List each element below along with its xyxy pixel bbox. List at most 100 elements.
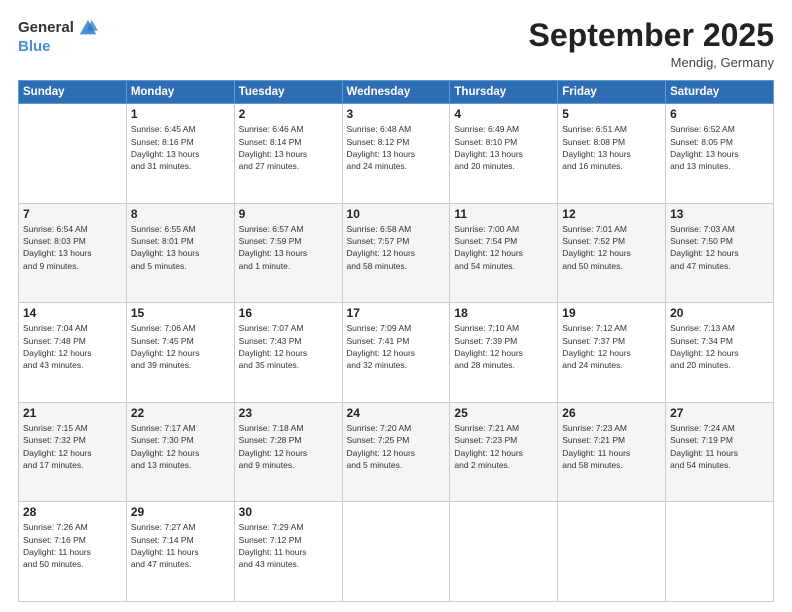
day-detail: Sunrise: 6:57 AMSunset: 7:59 PMDaylight:… <box>239 223 338 272</box>
day-number: 10 <box>347 207 446 221</box>
calendar-cell: 27 Sunrise: 7:24 AMSunset: 7:19 PMDayligh… <box>666 402 774 502</box>
day-number: 5 <box>562 107 661 121</box>
day-detail: Sunrise: 7:10 AMSunset: 7:39 PMDaylight:… <box>454 322 553 371</box>
day-detail: Sunrise: 7:24 AMSunset: 7:19 PMDaylight:… <box>670 422 769 471</box>
weekday-header: Saturday <box>666 81 774 104</box>
calendar-cell: 16Sunrise: 7:07 AMSunset: 7:43 PMDayligh… <box>234 303 342 403</box>
weekday-header: Thursday <box>450 81 558 104</box>
calendar-header-row: SundayMondayTuesdayWednesdayThursdayFrid… <box>19 81 774 104</box>
day-number: 17 <box>347 306 446 320</box>
calendar-week-row: 1Sunrise: 6:45 AMSunset: 8:16 PMDaylight… <box>19 104 774 204</box>
calendar-week-row: 21 Sunrise: 7:15 AMSunset: 7:32 PMDayligh… <box>19 402 774 502</box>
calendar-cell: 6Sunrise: 6:52 AMSunset: 8:05 PMDaylight… <box>666 104 774 204</box>
calendar-cell: 5 Sunrise: 6:51 AMSunset: 8:08 PMDaylight… <box>558 104 666 204</box>
day-number: 6 <box>670 107 769 121</box>
calendar-cell: 19 Sunrise: 7:12 AMSunset: 7:37 PMDayligh… <box>558 303 666 403</box>
day-number: 20 <box>670 306 769 320</box>
weekday-header: Friday <box>558 81 666 104</box>
month-title: September 2025 <box>529 18 774 53</box>
calendar-week-row: 14Sunrise: 7:04 AMSunset: 7:48 PMDayligh… <box>19 303 774 403</box>
day-number: 24 <box>347 406 446 420</box>
day-detail: Sunrise: 7:13 AMSunset: 7:34 PMDaylight:… <box>670 322 769 371</box>
day-detail: Sunrise: 7:29 AMSunset: 7:12 PMDaylight:… <box>239 521 338 570</box>
day-detail: Sunrise: 7:09 AMSunset: 7:41 PMDaylight:… <box>347 322 446 371</box>
calendar-cell: 22 Sunrise: 7:17 AMSunset: 7:30 PMDayligh… <box>126 402 234 502</box>
day-number: 29 <box>131 505 230 519</box>
day-detail: Sunrise: 7:18 AMSunset: 7:28 PMDaylight:… <box>239 422 338 471</box>
calendar-cell: 9Sunrise: 6:57 AMSunset: 7:59 PMDaylight… <box>234 203 342 303</box>
calendar-cell <box>450 502 558 602</box>
day-detail: Sunrise: 7:20 AMSunset: 7:25 PMDaylight:… <box>347 422 446 471</box>
calendar-cell: 12 Sunrise: 7:01 AMSunset: 7:52 PMDayligh… <box>558 203 666 303</box>
logo: General Blue <box>18 18 98 56</box>
calendar-cell: 29 Sunrise: 7:27 AMSunset: 7:14 PMDayligh… <box>126 502 234 602</box>
day-number: 13 <box>670 207 769 221</box>
day-detail: Sunrise: 6:54 AMSunset: 8:03 PMDaylight:… <box>23 223 122 272</box>
day-detail: Sunrise: 7:12 AMSunset: 7:37 PMDaylight:… <box>562 322 661 371</box>
day-number: 12 <box>562 207 661 221</box>
day-number: 15 <box>131 306 230 320</box>
day-detail: Sunrise: 7:01 AMSunset: 7:52 PMDaylight:… <box>562 223 661 272</box>
day-number: 23 <box>239 406 338 420</box>
day-detail: Sunrise: 6:49 AMSunset: 8:10 PMDaylight:… <box>454 123 553 172</box>
day-detail: Sunrise: 6:58 AMSunset: 7:57 PMDaylight:… <box>347 223 446 272</box>
calendar-cell: 14Sunrise: 7:04 AMSunset: 7:48 PMDayligh… <box>19 303 127 403</box>
calendar-cell: 7Sunrise: 6:54 AMSunset: 8:03 PMDaylight… <box>19 203 127 303</box>
day-number: 14 <box>23 306 122 320</box>
calendar-table: SundayMondayTuesdayWednesdayThursdayFrid… <box>18 80 774 602</box>
day-detail: Sunrise: 6:51 AMSunset: 8:08 PMDaylight:… <box>562 123 661 172</box>
day-number: 19 <box>562 306 661 320</box>
day-detail: Sunrise: 7:23 AMSunset: 7:21 PMDaylight:… <box>562 422 661 471</box>
location: Mendig, Germany <box>529 55 774 70</box>
day-detail: Sunrise: 7:15 AMSunset: 7:32 PMDaylight:… <box>23 422 122 471</box>
calendar-cell: 24 Sunrise: 7:20 AMSunset: 7:25 PMDayligh… <box>342 402 450 502</box>
day-number: 3 <box>347 107 446 121</box>
day-detail: Sunrise: 7:17 AMSunset: 7:30 PMDaylight:… <box>131 422 230 471</box>
day-number: 18 <box>454 306 553 320</box>
day-number: 26 <box>562 406 661 420</box>
calendar-cell: 1Sunrise: 6:45 AMSunset: 8:16 PMDaylight… <box>126 104 234 204</box>
day-detail: Sunrise: 6:46 AMSunset: 8:14 PMDaylight:… <box>239 123 338 172</box>
calendar-cell: 26 Sunrise: 7:23 AMSunset: 7:21 PMDayligh… <box>558 402 666 502</box>
day-number: 1 <box>131 107 230 121</box>
calendar-cell <box>19 104 127 204</box>
calendar-cell: 30 Sunrise: 7:29 AMSunset: 7:12 PMDayligh… <box>234 502 342 602</box>
title-block: September 2025 Mendig, Germany <box>529 18 774 70</box>
calendar-cell: 3 Sunrise: 6:48 AMSunset: 8:12 PMDaylight… <box>342 104 450 204</box>
day-number: 27 <box>670 406 769 420</box>
day-number: 28 <box>23 505 122 519</box>
calendar-cell: 20 Sunrise: 7:13 AMSunset: 7:34 PMDayligh… <box>666 303 774 403</box>
weekday-header: Sunday <box>19 81 127 104</box>
calendar-cell: 15Sunrise: 7:06 AMSunset: 7:45 PMDayligh… <box>126 303 234 403</box>
day-detail: Sunrise: 7:00 AMSunset: 7:54 PMDaylight:… <box>454 223 553 272</box>
logo-general: General <box>18 20 74 37</box>
calendar-cell: 13Sunrise: 7:03 AMSunset: 7:50 PMDayligh… <box>666 203 774 303</box>
calendar-cell: 10 Sunrise: 6:58 AMSunset: 7:57 PMDayligh… <box>342 203 450 303</box>
day-detail: Sunrise: 6:48 AMSunset: 8:12 PMDaylight:… <box>347 123 446 172</box>
day-number: 22 <box>131 406 230 420</box>
calendar-cell: 8Sunrise: 6:55 AMSunset: 8:01 PMDaylight… <box>126 203 234 303</box>
day-detail: Sunrise: 7:27 AMSunset: 7:14 PMDaylight:… <box>131 521 230 570</box>
day-number: 4 <box>454 107 553 121</box>
day-number: 30 <box>239 505 338 519</box>
calendar-cell <box>342 502 450 602</box>
page: General Blue September 2025 Mendig, Germ… <box>0 0 792 612</box>
weekday-header: Tuesday <box>234 81 342 104</box>
weekday-header: Wednesday <box>342 81 450 104</box>
day-number: 25 <box>454 406 553 420</box>
calendar-week-row: 28 Sunrise: 7:26 AMSunset: 7:16 PMDayligh… <box>19 502 774 602</box>
day-number: 21 <box>23 406 122 420</box>
calendar-cell: 11Sunrise: 7:00 AMSunset: 7:54 PMDayligh… <box>450 203 558 303</box>
day-detail: Sunrise: 7:26 AMSunset: 7:16 PMDaylight:… <box>23 521 122 570</box>
calendar-cell: 25 Sunrise: 7:21 AMSunset: 7:23 PMDayligh… <box>450 402 558 502</box>
calendar-cell: 2 Sunrise: 6:46 AMSunset: 8:14 PMDaylight… <box>234 104 342 204</box>
day-number: 2 <box>239 107 338 121</box>
day-number: 8 <box>131 207 230 221</box>
calendar-cell: 4 Sunrise: 6:49 AMSunset: 8:10 PMDaylight… <box>450 104 558 204</box>
calendar-cell: 18 Sunrise: 7:10 AMSunset: 7:39 PMDayligh… <box>450 303 558 403</box>
calendar-cell <box>666 502 774 602</box>
day-detail: Sunrise: 7:21 AMSunset: 7:23 PMDaylight:… <box>454 422 553 471</box>
calendar-cell: 23 Sunrise: 7:18 AMSunset: 7:28 PMDayligh… <box>234 402 342 502</box>
header: General Blue September 2025 Mendig, Germ… <box>18 18 774 70</box>
calendar-cell <box>558 502 666 602</box>
